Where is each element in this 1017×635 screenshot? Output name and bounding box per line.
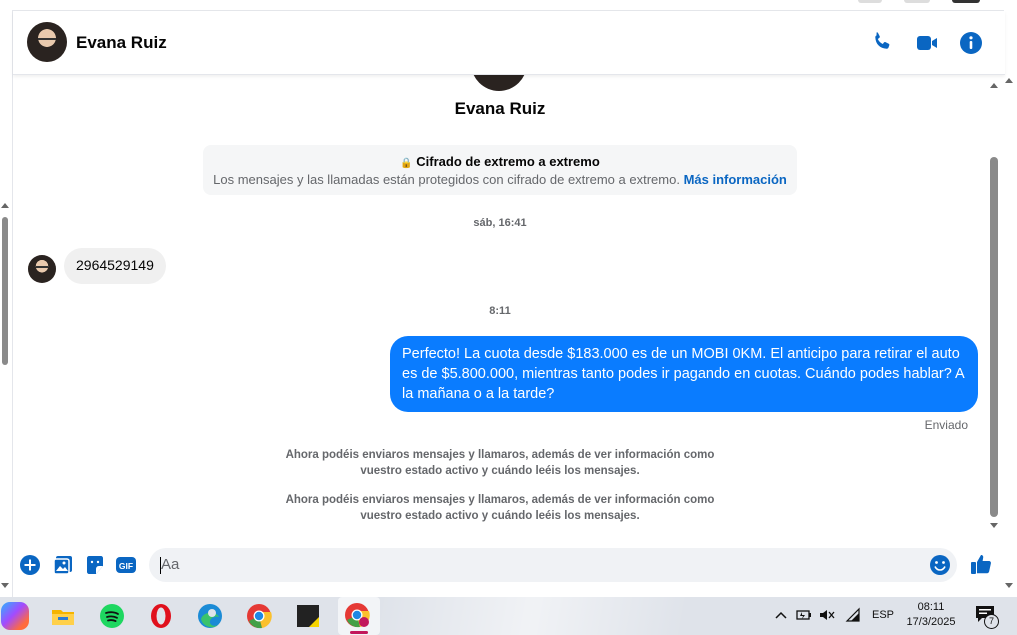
sticky-notes-icon[interactable] xyxy=(294,602,322,630)
scroll-down-arrow[interactable] xyxy=(1,583,9,588)
clock-date: 17/3/2025 xyxy=(906,616,956,628)
encryption-description: Los mensajes y las llamadas están proteg… xyxy=(213,172,680,187)
message-timestamp: 8:11 xyxy=(489,305,511,317)
volume-muted-icon[interactable] xyxy=(819,607,835,623)
outgoing-message[interactable]: Perfecto! La cuota desde $183.000 es de … xyxy=(390,336,978,412)
copilot-icon[interactable] xyxy=(1,602,29,630)
conversation-header: Evana Ruiz xyxy=(13,11,1005,75)
top-cut-avatar xyxy=(952,0,980,3)
message-list[interactable]: Evana Ruiz 🔒 Cifrado de extremo a extrem… xyxy=(13,75,991,535)
window-scroll-up-arrow[interactable] xyxy=(1005,78,1013,83)
scroll-down-arrow[interactable] xyxy=(990,523,998,528)
message-composer: GIF Aa xyxy=(13,545,1005,585)
more-info-link[interactable]: Más información xyxy=(684,172,787,187)
gallery-icon[interactable] xyxy=(52,554,74,576)
chrome-icon[interactable] xyxy=(245,602,273,630)
battery-plug-icon[interactable] xyxy=(796,607,812,623)
windows-taskbar: ESP 08:11 17/3/2025 7 xyxy=(0,597,1017,635)
message-scrollbar[interactable] xyxy=(988,77,1000,531)
incoming-message[interactable]: 2964529149 xyxy=(64,248,166,284)
scroll-up-arrow[interactable] xyxy=(1,203,9,208)
top-cut-button xyxy=(858,0,882,3)
thumbs-up-icon[interactable] xyxy=(969,552,993,576)
plus-circle-icon[interactable] xyxy=(19,554,41,576)
sender-avatar[interactable] xyxy=(28,255,56,283)
chevron-up-icon[interactable] xyxy=(774,608,788,622)
clock-time: 08:11 xyxy=(917,601,945,613)
scroll-up-arrow[interactable] xyxy=(990,83,998,88)
system-clock[interactable]: 08:11 17/3/2025 xyxy=(900,600,962,630)
message-scroll-thumb[interactable] xyxy=(990,157,998,517)
phone-call-icon[interactable] xyxy=(871,31,895,55)
edge-icon[interactable] xyxy=(196,602,224,630)
conversation-panel: Evana Ruiz Evana Ruiz 🔒 Cifrado de extre… xyxy=(12,10,1005,597)
message-status: Enviado xyxy=(924,418,968,432)
top-cut-button xyxy=(904,0,930,3)
gif-icon[interactable]: GIF xyxy=(115,554,137,576)
page-scrollbar[interactable] xyxy=(0,195,10,595)
encryption-title: Cifrado de extremo a extremo xyxy=(416,154,600,169)
chrome-active-window[interactable] xyxy=(338,597,380,635)
lock-icon: 🔒 xyxy=(400,158,413,169)
message-timestamp: sáb, 16:41 xyxy=(473,217,527,229)
sticker-icon[interactable] xyxy=(84,554,106,576)
contact-avatar[interactable] xyxy=(27,22,67,62)
spotify-icon[interactable] xyxy=(98,602,126,630)
profile-name: Evana Ruiz xyxy=(454,99,546,118)
messenger-window: Evana Ruiz Evana Ruiz 🔒 Cifrado de extre… xyxy=(0,0,1017,597)
input-language[interactable]: ESP xyxy=(872,609,894,621)
file-explorer-icon[interactable] xyxy=(49,602,77,630)
emoji-icon[interactable] xyxy=(929,554,951,576)
message-input[interactable]: Aa xyxy=(149,548,957,582)
profile-avatar[interactable] xyxy=(471,75,527,91)
opera-icon[interactable] xyxy=(147,602,175,630)
notifications-button[interactable]: 7 xyxy=(975,605,999,629)
info-icon[interactable] xyxy=(959,31,983,55)
contact-name[interactable]: Evana Ruiz xyxy=(76,33,167,53)
window-scroll-down-arrow[interactable] xyxy=(1005,583,1013,588)
wifi-icon[interactable] xyxy=(845,607,861,623)
connection-notice: Ahora podéis enviaros mensajes y llamaro… xyxy=(285,494,715,522)
connection-notice: Ahora podéis enviaros mensajes y llamaro… xyxy=(285,449,715,477)
encryption-notice: 🔒 Cifrado de extremo a extremo Los mensa… xyxy=(203,145,797,195)
notification-count: 7 xyxy=(984,614,999,629)
video-call-icon[interactable] xyxy=(915,31,939,55)
svg-text:GIF: GIF xyxy=(119,561,133,571)
message-placeholder: Aa xyxy=(161,556,180,573)
page-scroll-thumb[interactable] xyxy=(2,217,8,365)
